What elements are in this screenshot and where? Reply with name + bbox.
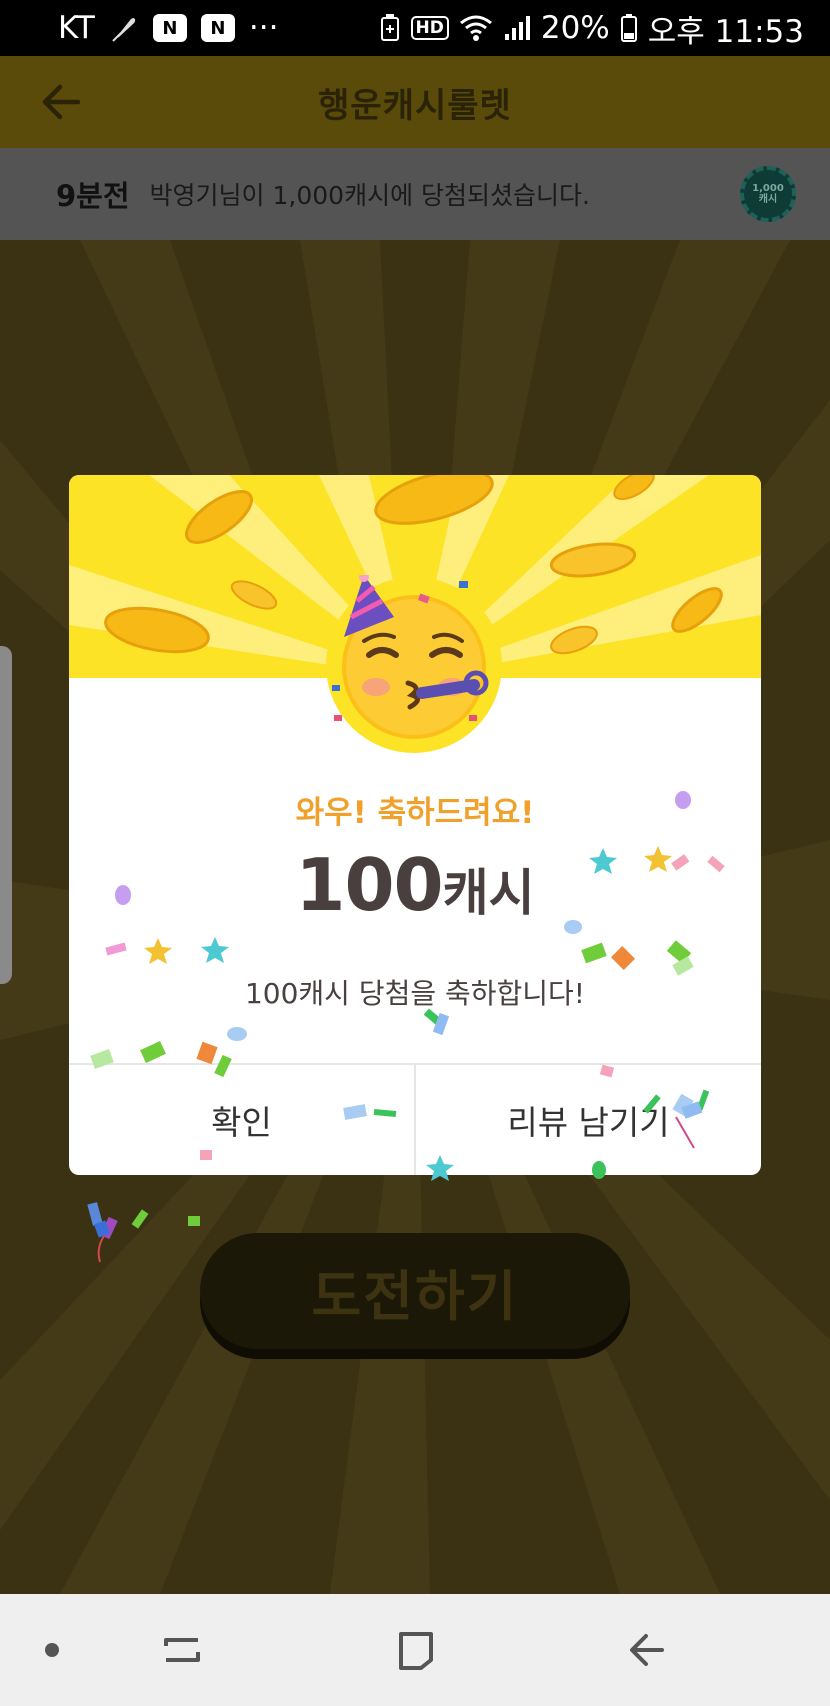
win-dialog: 와우! 축하드려요! 100캐시 100캐시 당첨을 축하합니다! 확인 리뷰 …	[69, 475, 761, 1175]
notification-n-icon-2: N	[200, 14, 235, 42]
challenge-button-label: 도전하기	[311, 1264, 519, 1328]
clock: 오후 11:53	[647, 13, 804, 50]
party-face-icon	[324, 572, 504, 755]
prize-amount-number: 100	[295, 843, 443, 927]
feather-icon	[109, 13, 139, 43]
recent-apps-icon[interactable]	[150, 1618, 214, 1682]
battery-icon	[620, 13, 638, 43]
battery-percent: 20%	[540, 10, 610, 46]
leave-review-button[interactable]: 리뷰 남기기	[416, 1065, 761, 1175]
prize-amount-unit: 캐시	[442, 864, 535, 922]
winner-ticker: 9분전 박영기님이 1,000캐시에 당첨되셨습니다. 1,000 캐시	[0, 148, 830, 240]
edge-panel-handle[interactable]	[0, 646, 12, 984]
dot-icon[interactable]	[20, 1618, 84, 1682]
carrier-label: KT	[58, 10, 95, 46]
chip-amount: 1,000	[752, 183, 784, 194]
ticker-time-ago: 9분전	[56, 179, 130, 213]
more-notifications-label: ···	[248, 10, 279, 46]
cash-chip-icon: 1,000 캐시	[740, 166, 796, 222]
ticker-message: 박영기님이 1,000캐시에 당첨되셨습니다.	[149, 181, 590, 210]
arrow-left-icon[interactable]	[38, 78, 86, 126]
home-icon[interactable]	[383, 1618, 447, 1682]
chip-unit: 캐시	[758, 194, 778, 205]
prize-message: 100캐시 당첨을 축하합니다!	[244, 977, 586, 1010]
challenge-button[interactable]: 도전하기	[200, 1233, 630, 1349]
signal-icon	[503, 14, 531, 42]
status-bar: KT N N ··· HD 20% 오후 11:53	[0, 0, 830, 56]
hd-badge: HD	[410, 16, 449, 40]
congrats-headline: 와우! 축하드려요!	[295, 795, 535, 831]
back-icon[interactable]	[616, 1618, 680, 1682]
wifi-icon	[459, 14, 493, 42]
app-header: 행운캐시룰렛	[0, 56, 830, 148]
prize-amount: 100캐시	[69, 843, 761, 927]
notification-n-icon: N	[152, 14, 187, 42]
page-title: 행운캐시룰렛	[318, 85, 512, 126]
system-nav-bar	[0, 1594, 830, 1706]
confirm-button[interactable]: 확인	[69, 1065, 414, 1175]
battery-saver-icon	[379, 13, 401, 43]
